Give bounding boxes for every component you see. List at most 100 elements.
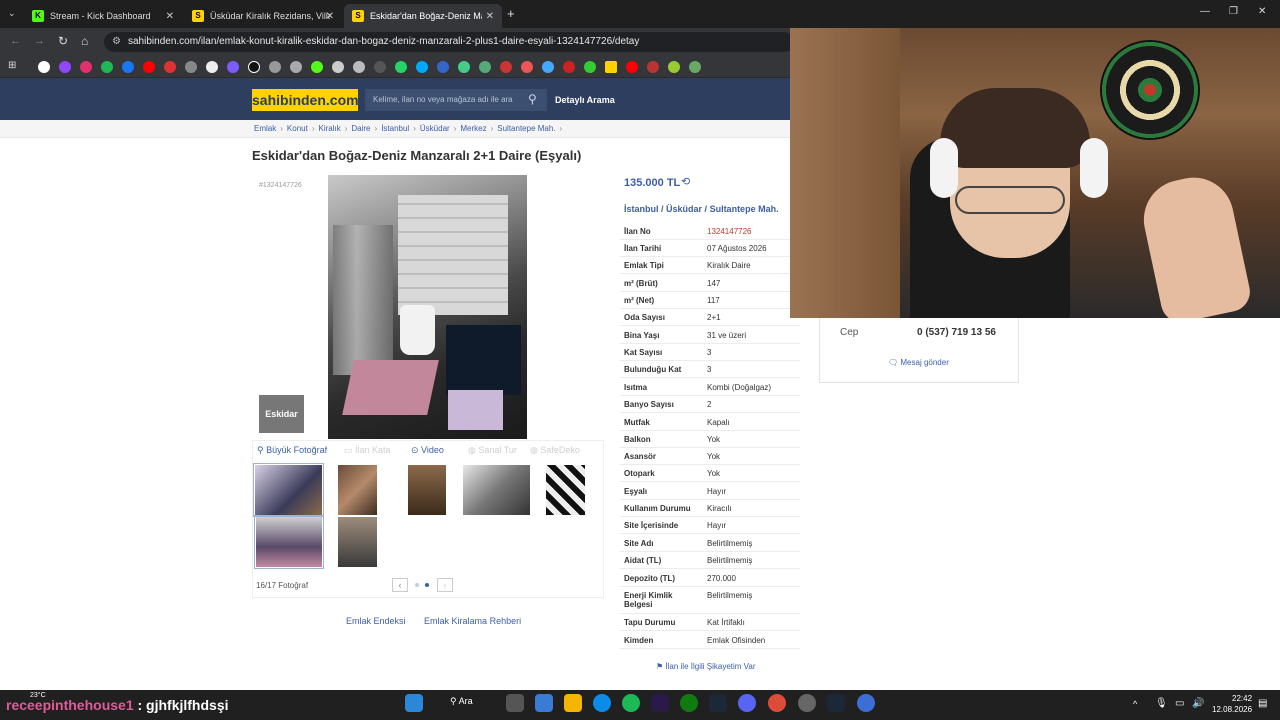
safe-deko-button[interactable]: ◍ SafeDeko: [530, 445, 580, 456]
site-logo[interactable]: sahibinden.com: [252, 89, 359, 111]
photo-thumbnail[interactable]: [463, 465, 530, 515]
home-icon[interactable]: ⌂: [81, 34, 88, 48]
detailed-search-link[interactable]: Detaylı Arama: [555, 89, 615, 111]
big-photo-button[interactable]: ⚲ Büyük Fotoğraf: [257, 445, 327, 456]
bookmark-icon[interactable]: [227, 61, 239, 73]
breadcrumb-item[interactable]: Merkez: [460, 124, 486, 133]
volume-icon[interactable]: 🔊: [1192, 698, 1204, 709]
tray-chevron-icon[interactable]: ^: [1133, 699, 1137, 709]
chrome-icon[interactable]: [768, 694, 786, 712]
spotify-icon[interactable]: [101, 61, 113, 73]
next-photos-button[interactable]: ›: [437, 578, 453, 592]
floor-plan-button[interactable]: ▭ İlan Kata: [344, 445, 391, 456]
breadcrumb-item[interactable]: Daire: [351, 124, 370, 133]
bookmark-icon[interactable]: [374, 61, 386, 73]
location-district[interactable]: Üsküdar: [666, 204, 702, 214]
tab-eskidar-listing[interactable]: S Eskidar'dan Boğaz-Deniz Manz ✕: [344, 4, 502, 28]
bookmark-icon[interactable]: [290, 61, 302, 73]
tab-kick-dashboard[interactable]: K Stream - Kick Dashboard ✕: [24, 4, 182, 28]
site-search-input[interactable]: Kelime, ilan no veya mağaza adı ile ara: [365, 89, 547, 111]
rental-guide-link[interactable]: Emlak Kiralama Rehberi: [424, 616, 521, 626]
edge-icon[interactable]: [593, 694, 611, 712]
bookmark-icon[interactable]: [269, 61, 281, 73]
close-icon[interactable]: ✕: [326, 11, 334, 22]
tiktok-icon[interactable]: [248, 61, 260, 73]
location-city[interactable]: İstanbul: [624, 204, 659, 214]
breadcrumb-item[interactable]: Emlak: [254, 124, 276, 133]
site-info-icon[interactable]: ⚙: [112, 32, 121, 52]
x-icon[interactable]: [206, 61, 218, 73]
phone-number[interactable]: 0 (537) 719 13 56: [917, 327, 996, 338]
video-button[interactable]: ⊙ Video: [411, 445, 444, 456]
youtube-icon[interactable]: [143, 61, 155, 73]
instagram-icon[interactable]: [80, 61, 92, 73]
send-message-link[interactable]: 🗨 Mesaj gönder: [888, 358, 949, 367]
photo-thumbnail[interactable]: [408, 465, 446, 515]
minimize-icon[interactable]: —: [1200, 6, 1210, 17]
file-explorer-icon[interactable]: [564, 694, 582, 712]
breadcrumb-item[interactable]: Kiralık: [318, 124, 340, 133]
breadcrumb-item[interactable]: İstanbul: [381, 124, 409, 133]
sahibinden-icon[interactable]: [605, 61, 617, 73]
bookmark-icon[interactable]: [458, 61, 470, 73]
clock[interactable]: 22:42 12.08.2026: [1212, 693, 1252, 715]
bookmark-icon[interactable]: [584, 61, 596, 73]
taskbar-search[interactable]: ⚲ Ara: [450, 696, 473, 707]
bookmark-icon[interactable]: [647, 61, 659, 73]
close-icon[interactable]: ✕: [486, 11, 494, 22]
close-icon[interactable]: ✕: [166, 11, 174, 22]
facebook-icon[interactable]: [122, 61, 134, 73]
photo-thumbnail[interactable]: [338, 517, 377, 567]
reload-icon[interactable]: ↻: [58, 34, 68, 48]
breadcrumb-item[interactable]: Sultantepe Mah.: [497, 124, 555, 133]
bookmark-icon[interactable]: [521, 61, 533, 73]
google-icon[interactable]: [38, 61, 50, 73]
obs-icon[interactable]: [798, 694, 816, 712]
virtual-tour-button[interactable]: ◍ Sanal Tur: [468, 445, 517, 456]
youtube-icon[interactable]: [626, 61, 638, 73]
main-photo[interactable]: [328, 175, 527, 439]
photo-thumbnail[interactable]: [546, 465, 585, 515]
apps-icon[interactable]: ⊞: [8, 60, 16, 71]
steam-icon[interactable]: [827, 694, 845, 712]
bookmark-icon[interactable]: [542, 61, 554, 73]
restore-icon[interactable]: ❐: [1229, 6, 1238, 17]
bookmark-icon[interactable]: [416, 61, 428, 73]
spotify-icon[interactable]: [622, 694, 640, 712]
address-bar[interactable]: ⚙ sahibinden.com/ilan/emlak-konut-kirali…: [104, 32, 794, 52]
steam-icon[interactable]: [709, 694, 727, 712]
xbox-icon[interactable]: [680, 694, 698, 712]
photo-thumbnail[interactable]: [253, 463, 324, 517]
bookmark-icon[interactable]: [185, 61, 197, 73]
emlak-endeksi-link[interactable]: Emlak Endeksi: [346, 616, 406, 626]
store-icon[interactable]: [535, 694, 553, 712]
premiere-icon[interactable]: [651, 694, 669, 712]
discord-icon[interactable]: [738, 694, 756, 712]
forward-icon[interactable]: →: [34, 35, 45, 47]
notification-icon[interactable]: ▤: [1258, 698, 1267, 709]
network-icon[interactable]: ▭: [1175, 698, 1184, 709]
start-icon[interactable]: [405, 694, 423, 712]
new-tab-icon[interactable]: +: [507, 6, 515, 21]
bookmark-icon[interactable]: [563, 61, 575, 73]
bookmark-icon[interactable]: [332, 61, 344, 73]
bookmark-icon[interactable]: [500, 61, 512, 73]
search-icon[interactable]: ⚲: [528, 92, 537, 106]
bookmark-icon[interactable]: [689, 61, 701, 73]
price-history-icon[interactable]: ⟲: [681, 175, 690, 188]
twitch-icon[interactable]: [59, 61, 71, 73]
bookmark-icon[interactable]: [164, 61, 176, 73]
report-listing-link[interactable]: ⚑ İlan ile İlgili Şikayetim Var: [656, 662, 756, 671]
breadcrumb-item[interactable]: Üsküdar: [420, 124, 450, 133]
tab-list-icon[interactable]: ⌄: [8, 8, 16, 19]
location-neighborhood[interactable]: Sultantepe Mah.: [710, 204, 779, 214]
bookmark-icon[interactable]: [668, 61, 680, 73]
pager-dot[interactable]: [425, 583, 429, 587]
photo-thumbnail[interactable]: [338, 465, 377, 515]
kick-icon[interactable]: [311, 61, 323, 73]
window-close-icon[interactable]: ✕: [1258, 6, 1266, 17]
photo-thumbnail[interactable]: [254, 515, 324, 569]
breadcrumb-item[interactable]: Konut: [287, 124, 308, 133]
back-icon[interactable]: ←: [10, 35, 21, 47]
mic-icon[interactable]: 🎙: [1155, 698, 1168, 709]
